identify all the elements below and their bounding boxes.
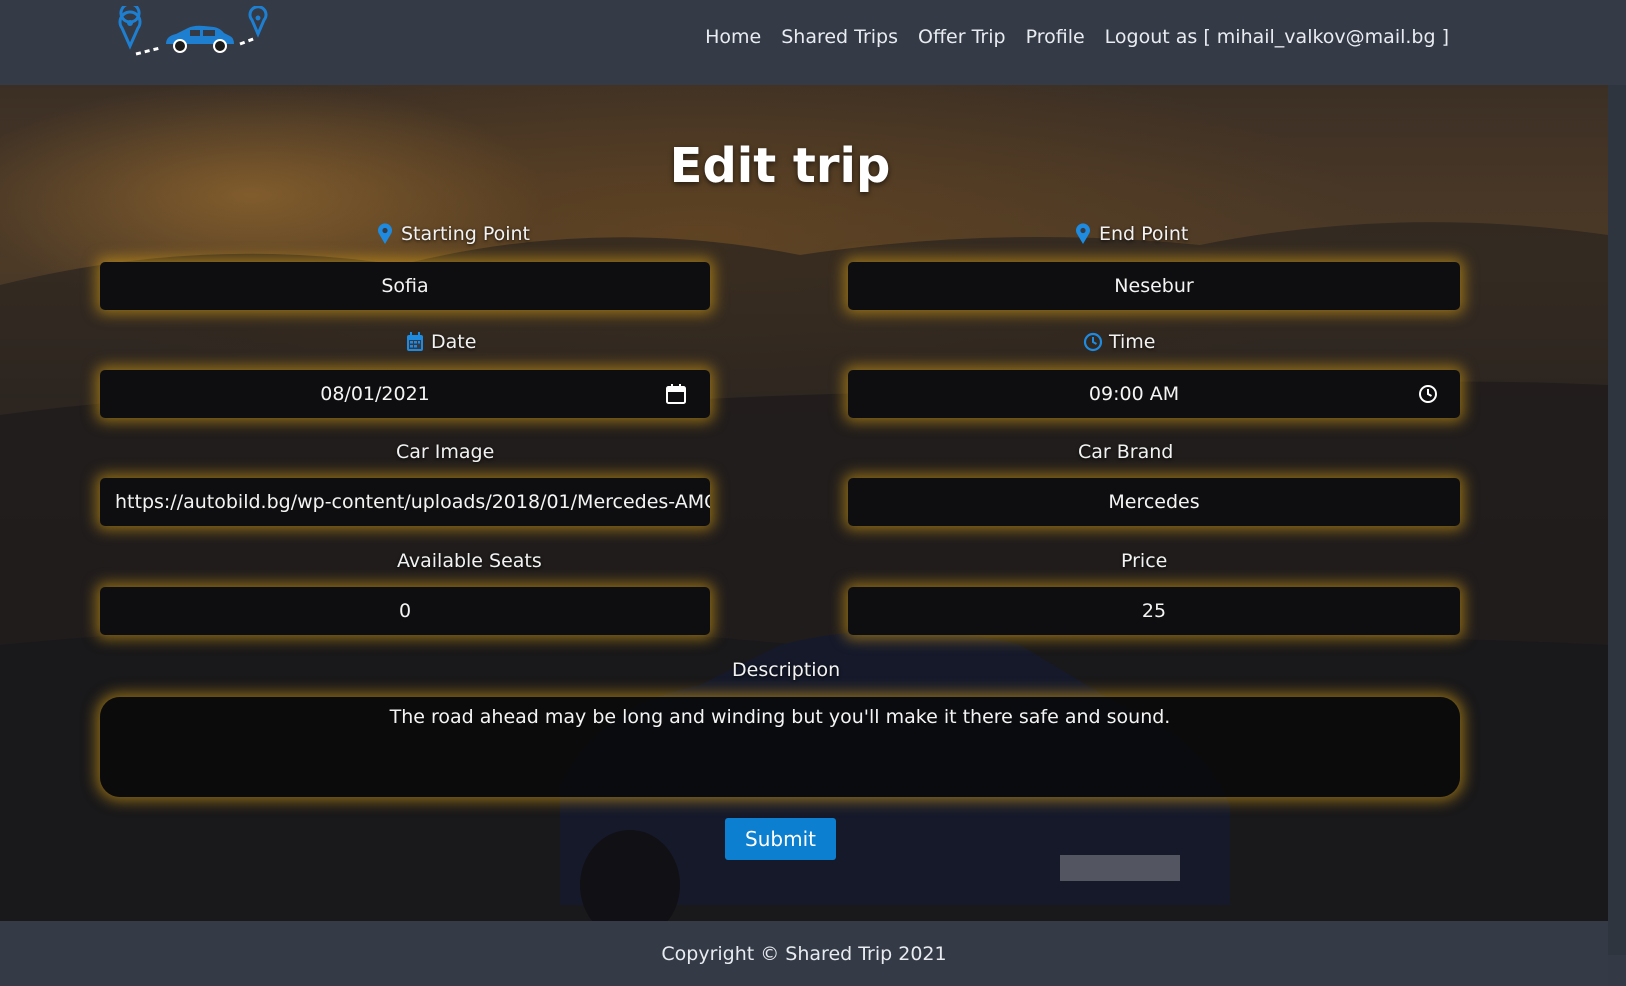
description-label-text: Description [732, 659, 841, 681]
page-title: Edit trip [669, 138, 891, 194]
end-point-label: End Point [1073, 223, 1188, 245]
starting-point-value: Sofia [381, 275, 429, 297]
starting-point-label-text: Starting Point [401, 223, 531, 245]
date-input[interactable]: 08/01/2021 [100, 370, 710, 418]
available-seats-value: 0 [398, 600, 412, 622]
description-label: Description [732, 659, 840, 681]
nav-profile-link[interactable]: Profile [1026, 26, 1085, 48]
starting-point-input[interactable]: Sofia [100, 262, 710, 310]
date-label: Date [405, 331, 476, 353]
nav-links: Home Shared Trips Offer Trip Profile Log… [705, 26, 1449, 48]
car-brand-value: Mercedes [1108, 491, 1200, 513]
car-brand-label: Car Brand [1078, 441, 1173, 463]
nav-shared-trips-link[interactable]: Shared Trips [781, 26, 898, 48]
nav-offer-trip-link[interactable]: Offer Trip [918, 26, 1006, 48]
car-image-input[interactable]: https://autobild.bg/wp-content/uploads/2… [100, 478, 710, 526]
price-input[interactable]: 25 [848, 587, 1460, 635]
date-value: 08/01/2021 [320, 383, 430, 405]
footer: Copyright © Shared Trip 2021 [0, 921, 1608, 986]
car-image-label: Car Image [396, 441, 494, 463]
car-brand-label-text: Car Brand [1078, 441, 1174, 463]
map-pin-icon [1076, 223, 1090, 244]
end-point-label-text: End Point [1099, 223, 1189, 245]
calendar-icon [407, 332, 423, 351]
time-input[interactable]: 09:00 AM [848, 370, 1460, 418]
time-label: Time [1083, 331, 1156, 353]
submit-button[interactable]: Submit [725, 818, 836, 860]
nav-logout-link[interactable]: Logout as [ mihail_valkov@mail.bg ] [1105, 26, 1449, 48]
end-point-value: Nesebur [1114, 275, 1194, 297]
available-seats-input[interactable]: 0 [100, 587, 710, 635]
car-brand-input[interactable]: Mercedes [848, 478, 1460, 526]
nav-home-link[interactable]: Home [705, 26, 761, 48]
time-value: 09:00 AM [1088, 383, 1180, 405]
available-seats-label-text: Available Seats [397, 550, 542, 572]
date-label-text: Date [431, 331, 477, 353]
car-route-logo-icon[interactable] [116, 6, 276, 66]
price-value: 25 [1141, 600, 1167, 622]
starting-point-label: Starting Point [375, 223, 530, 245]
calendar-picker-icon[interactable] [664, 382, 688, 406]
price-label-text: Price [1121, 550, 1168, 572]
clock-picker-icon[interactable] [1416, 382, 1440, 406]
description-textarea[interactable]: The road ahead may be long and winding b… [100, 697, 1460, 797]
map-pin-icon [378, 223, 392, 244]
car-image-value: https://autobild.bg/wp-content/uploads/2… [115, 491, 710, 513]
footer-copyright: Copyright © Shared Trip 2021 [661, 942, 947, 965]
navbar: Home Shared Trips Offer Trip Profile Log… [0, 0, 1626, 85]
price-label: Price [1121, 550, 1167, 572]
clock-icon [1083, 332, 1103, 352]
car-image-label-text: Car Image [396, 441, 495, 463]
scrollbar[interactable] [1608, 85, 1626, 955]
description-value: The road ahead may be long and winding b… [389, 706, 1171, 728]
end-point-input[interactable]: Nesebur [848, 262, 1460, 310]
available-seats-label: Available Seats [397, 550, 542, 572]
time-label-text: Time [1109, 331, 1156, 353]
